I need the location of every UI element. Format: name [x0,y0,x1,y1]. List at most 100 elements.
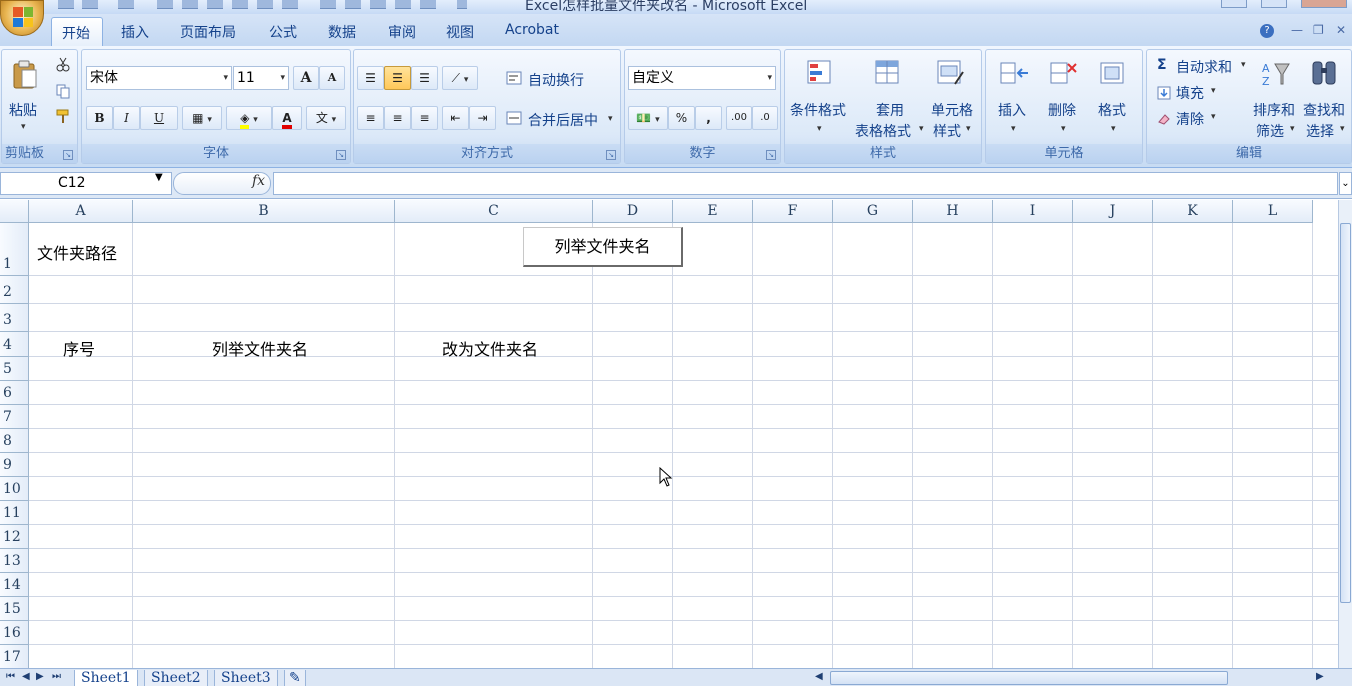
sort-icon[interactable] [232,0,248,9]
insert-cells-dropdown-icon[interactable]: ▾ [1011,124,1016,134]
wrap-text-button[interactable]: 自动换行 [528,70,584,90]
print-preview-icon[interactable] [157,0,173,9]
column-header-D[interactable]: D [593,200,673,223]
increase-indent-button[interactable]: ⇥ [469,106,496,130]
insert-function-icon[interactable]: fx [252,173,265,189]
print-icon[interactable] [320,0,336,9]
column-header-F[interactable]: F [753,200,833,223]
grow-font-button[interactable]: A [293,66,319,90]
clipboard-launcher-icon[interactable]: ↘ [63,150,73,160]
decrease-indent-button[interactable]: ⇤ [442,106,469,130]
delete-cells-dropdown-icon[interactable]: ▾ [1061,124,1066,134]
column-header-C[interactable]: C [395,200,593,223]
clear-button[interactable]: 清除 [1176,109,1204,129]
vertical-scroll-thumb[interactable] [1340,223,1351,603]
row-header-3[interactable]: 3 [0,304,29,332]
row-header-11[interactable]: 11 [0,501,29,525]
column-header-E[interactable]: E [673,200,753,223]
insert-cells-button[interactable]: 插入 [998,100,1026,120]
name-box[interactable]: C12 [0,172,172,195]
customize-quick-access-icon[interactable] [457,0,467,9]
column-header-G[interactable]: G [833,200,913,223]
sheet-tab-1[interactable]: Sheet1 [74,670,138,686]
open-folder-icon[interactable] [395,0,411,9]
expand-formula-bar-icon[interactable]: ⌄ [1339,172,1352,195]
comma-button[interactable]: , [695,106,722,130]
align-left-button[interactable]: ≡ [357,106,384,130]
find-select-label-1[interactable]: 查找和 [1303,100,1345,120]
alignment-launcher-icon[interactable]: ↘ [606,150,616,160]
horizontal-scroll-thumb[interactable] [830,671,1228,685]
vertical-scrollbar[interactable] [1338,200,1352,668]
list-folders-button[interactable]: 列举文件夹名 [523,227,683,267]
row-header-4[interactable]: 4 [0,332,29,357]
find-select-dropdown-icon[interactable]: ▾ [1340,124,1345,134]
scroll-left-icon[interactable]: ◀ [815,671,823,682]
next-sheet-icon[interactable]: ▶ [36,671,44,682]
ribbon-restore-icon[interactable]: ❐ [1313,23,1324,37]
font-name-dropdown-icon[interactable]: ▾ [223,67,228,89]
accounting-button[interactable]: 💵 ▾ [628,106,668,130]
cell-A4[interactable]: 序号 [63,336,95,360]
insert-sheet-icon[interactable]: ✎ [284,670,306,686]
column-header-I[interactable]: I [993,200,1073,223]
maximize-button[interactable] [1261,0,1287,8]
font-size-dropdown-icon[interactable]: ▾ [280,67,285,89]
delete-cells-button[interactable]: 删除 [1048,100,1076,120]
formula-input[interactable] [273,172,1338,195]
tab-formulas[interactable]: 公式 [269,22,297,42]
close-button[interactable] [1301,0,1347,8]
chart-icon[interactable] [257,0,273,9]
align-right-button[interactable]: ≡ [411,106,438,130]
sort-filter-button[interactable]: 筛选 [1256,121,1284,141]
cell-C4[interactable]: 改为文件夹名 [442,336,538,360]
underline-button[interactable]: U [140,106,178,130]
format-cells-button[interactable]: 格式 [1098,100,1126,120]
cell-B4[interactable]: 列举文件夹名 [212,336,308,360]
new-document-icon[interactable] [182,0,198,9]
column-header-H[interactable]: H [913,200,993,223]
align-center-button[interactable]: ≡ [384,106,411,130]
column-header-B[interactable]: B [133,200,395,223]
tab-review[interactable]: 审阅 [388,22,416,42]
format-as-table-dropdown-icon[interactable]: ▾ [919,124,924,134]
format-painter-icon[interactable] [55,108,71,124]
font-color-button[interactable]: A [272,106,302,130]
conditional-formatting-dropdown-icon[interactable]: ▾ [817,124,822,134]
sheet-tab-3[interactable]: Sheet3 [214,670,278,686]
tab-page-layout[interactable]: 页面布局 [180,22,236,42]
format-as-table-label-1[interactable]: 套用 [876,100,904,120]
cell-styles-button[interactable]: 样式 [933,121,961,141]
merge-center-dropdown-icon[interactable]: ▾ [608,114,613,124]
cell-styles-dropdown-icon[interactable]: ▾ [966,124,971,134]
row-header-13[interactable]: 13 [0,549,29,573]
tab-home[interactable]: 开始 [51,17,103,46]
fill-dropdown-icon[interactable]: ▾ [1211,86,1216,96]
name-box-dropdown-icon[interactable]: ▼ [155,172,163,183]
increase-decimal-button[interactable]: .00 [726,106,752,130]
decrease-decimal-button[interactable]: .0 [752,106,778,130]
autosum-button[interactable]: 自动求和 [1176,57,1232,77]
column-header-L[interactable]: L [1233,200,1313,223]
tab-data[interactable]: 数据 [328,22,356,42]
row-header-1[interactable]: 1 [0,223,29,276]
borders-button[interactable]: ▦ ▾ [182,106,222,130]
sheet-tab-2[interactable]: Sheet2 [144,670,208,686]
tab-view[interactable]: 视图 [446,22,474,42]
number-format-dropdown-icon[interactable]: ▾ [767,67,772,89]
align-bottom-button[interactable]: ☰ [411,66,438,90]
select-all-corner[interactable] [0,200,29,223]
row-header-2[interactable]: 2 [0,276,29,304]
table-icon[interactable] [207,0,223,9]
first-sheet-icon[interactable]: ⏮ [6,671,15,682]
row-header-9[interactable]: 9 [0,453,29,477]
row-header-10[interactable]: 10 [0,477,29,501]
column-header-K[interactable]: K [1153,200,1233,223]
ribbon-minimize-icon[interactable]: — [1291,23,1303,37]
format-cells-dropdown-icon[interactable]: ▾ [1111,124,1116,134]
row-header-8[interactable]: 8 [0,429,29,453]
ribbon-close-icon[interactable]: ✕ [1336,23,1346,37]
format-as-table-button[interactable]: 表格格式 [855,121,911,141]
paste-dropdown-icon[interactable]: ▾ [21,122,26,132]
italic-button[interactable]: I [113,106,140,130]
